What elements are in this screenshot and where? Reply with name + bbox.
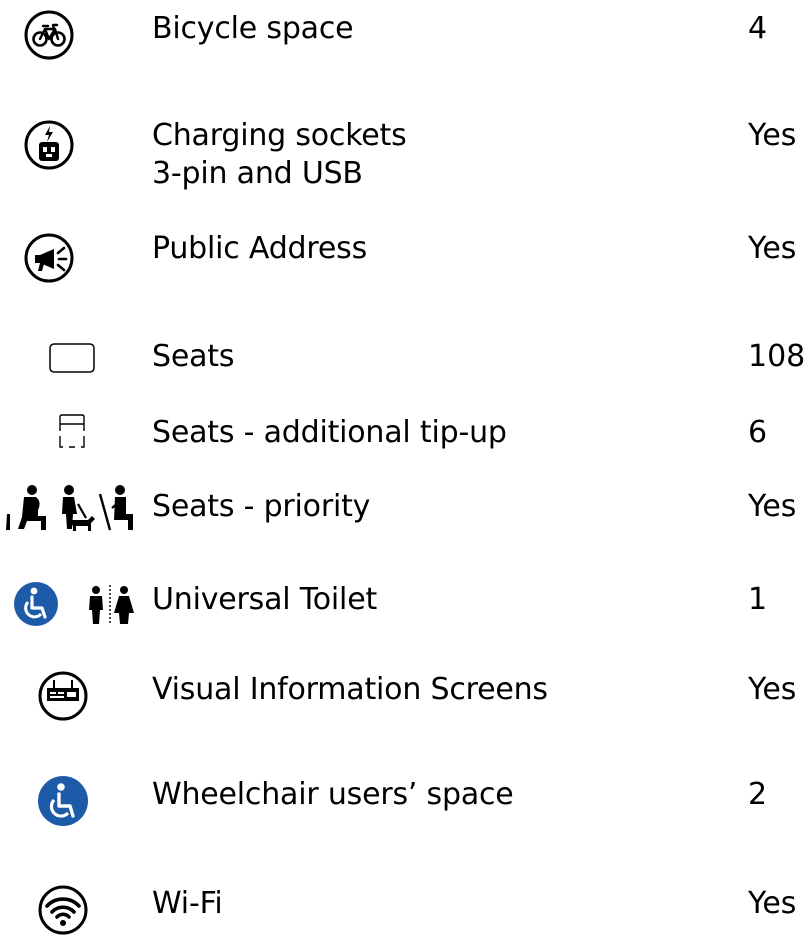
tip-up-seat-icon — [57, 414, 87, 450]
facility-label: Wheelchair users’ space — [152, 777, 514, 812]
facility-label: Visual Information Screens — [152, 672, 548, 707]
wheelchair-icon — [38, 776, 88, 826]
facility-label: Seats — [152, 339, 235, 374]
facility-value: Yes — [748, 118, 797, 153]
facility-label: Bicycle space — [152, 11, 354, 46]
accessible-toilet-icon — [14, 581, 138, 627]
facility-value: Yes — [748, 489, 797, 524]
facility-label: Seats - priority — [152, 489, 371, 524]
seat-icon — [49, 343, 95, 373]
facility-label: Public Address — [152, 231, 367, 266]
charging-socket-icon — [24, 120, 74, 170]
megaphone-icon — [24, 233, 74, 283]
facility-label: Seats - additional tip-up — [152, 415, 507, 450]
facility-label: Charging sockets 3-pin and USB — [152, 118, 407, 191]
facility-label: Wi-Fi — [152, 886, 223, 921]
facility-label: Universal Toilet — [152, 582, 378, 617]
facility-value: 2 — [748, 777, 768, 812]
facility-value: 6 — [748, 415, 768, 450]
facility-value: 108 — [748, 339, 806, 374]
information-screen-icon — [38, 671, 88, 721]
facility-value: 1 — [748, 582, 768, 617]
facility-value: Yes — [748, 672, 797, 707]
facility-value: Yes — [748, 231, 797, 266]
priority-seat-icon — [2, 484, 138, 534]
bicycle-icon — [24, 10, 74, 60]
facility-value: 4 — [748, 11, 768, 46]
facility-value: Yes — [748, 886, 797, 921]
wifi-icon — [38, 885, 88, 935]
